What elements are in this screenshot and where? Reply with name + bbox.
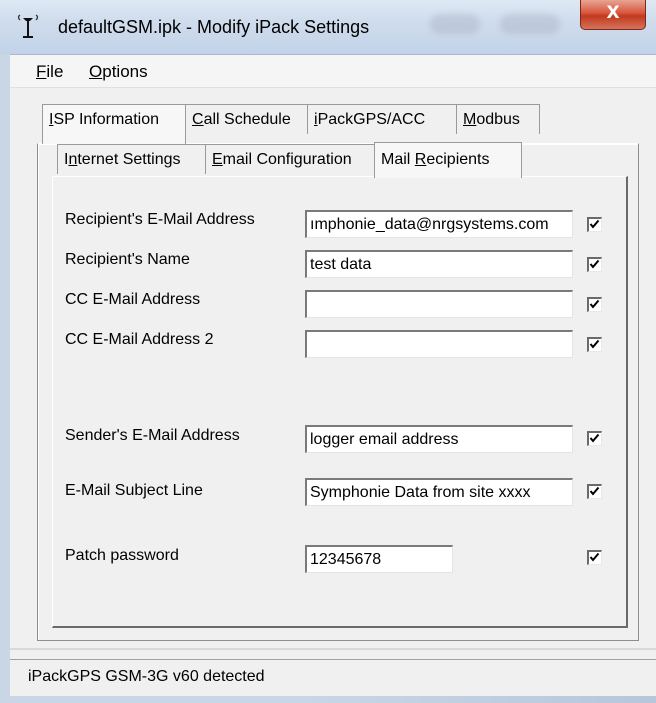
subject-field[interactable]: Symphonie Data from site xxxx: [305, 478, 573, 506]
tab-mailrec-accel: R: [414, 151, 427, 168]
menu-bar: File Options: [10, 55, 656, 88]
tab-mailrec-prefix: Mail: [381, 151, 415, 168]
checkmark-icon: [589, 339, 600, 349]
tab-modbus-rest: odbus: [476, 111, 520, 128]
close-icon: X: [606, 3, 620, 23]
recipient-name-field[interactable]: test data: [305, 250, 573, 278]
sender-email-checkbox[interactable]: [587, 431, 602, 446]
sender-email-field[interactable]: logger email address: [305, 425, 573, 453]
close-button[interactable]: X: [580, 0, 646, 30]
tab-email-configuration[interactable]: Email Configuration: [205, 144, 375, 174]
subject-label: E-Mail Subject Line: [65, 482, 203, 499]
cc-email-checkbox[interactable]: [587, 297, 602, 312]
title-blur-1: [430, 14, 480, 34]
window-frame-left: [0, 54, 10, 703]
recipient-email-checkbox[interactable]: [587, 217, 602, 232]
tab-call-accel: C: [192, 111, 204, 128]
patch-password-label: Patch password: [65, 547, 179, 564]
window-title: defaultGSM.ipk - Modify iPack Settings: [58, 17, 370, 37]
cc-email-field[interactable]: [305, 290, 573, 318]
menu-options-accel: O: [89, 62, 103, 81]
checkmark-icon: [589, 552, 600, 562]
antenna-icon: [17, 14, 39, 38]
recipient-name-label: Recipient's Name: [65, 251, 190, 268]
patch-password-checkbox[interactable]: [587, 550, 602, 565]
patch-password-field[interactable]: 12345678: [305, 545, 453, 573]
tab-internet-rest: ternet Settings: [77, 151, 181, 168]
tab-emailcfg-accel: E: [212, 151, 223, 168]
menu-options-rest: ptions: [102, 62, 148, 81]
recipient-name-checkbox[interactable]: [587, 257, 602, 272]
app-window: defaultGSM.ipk - Modify iPack Settings X…: [0, 0, 656, 703]
cc-email2-checkbox[interactable]: [587, 337, 602, 352]
checkmark-icon: [589, 219, 600, 229]
checkmark-icon: [589, 299, 600, 309]
menu-file[interactable]: File: [36, 62, 63, 82]
menu-file-rest: ile: [46, 62, 64, 81]
recipient-email-label: Recipient's E-Mail Address: [65, 211, 255, 228]
tab-mail-recipients[interactable]: Mail Recipients: [374, 142, 522, 178]
status-text: iPackGPS GSM-3G v60 detected: [28, 668, 265, 685]
menu-options[interactable]: Options: [89, 62, 148, 82]
tab-isp-rest: SP Information: [53, 111, 159, 128]
tab-modbus[interactable]: Modbus: [456, 104, 540, 134]
sender-email-label: Sender's E-Mail Address: [65, 427, 240, 444]
tab-ipackgps-acc[interactable]: iPackGPS/ACC: [307, 104, 457, 134]
separator: [10, 648, 656, 650]
title-bar[interactable]: defaultGSM.ipk - Modify iPack Settings X: [0, 0, 656, 55]
tab-call-rest: all Schedule: [203, 111, 291, 128]
tab-isp-information[interactable]: ISP Information: [42, 104, 186, 144]
tab-mailrec-rest: ecipients: [426, 151, 490, 168]
checkmark-icon: [589, 259, 600, 269]
cc-email2-label: CC E-Mail Address 2: [65, 331, 214, 348]
checkmark-icon: [589, 486, 600, 496]
tab-call-schedule[interactable]: Call Schedule: [185, 104, 308, 134]
cc-email2-field[interactable]: [305, 330, 573, 358]
menu-file-accel: F: [36, 62, 47, 81]
title-blur-2: [500, 14, 560, 34]
frame-bottom-shade: [300, 696, 656, 703]
tab-emailcfg-rest: mail Configuration: [222, 151, 352, 168]
tab-ipack-rest: PackGPS/ACC: [317, 111, 426, 128]
status-bar: iPackGPS GSM-3G v60 detected: [10, 659, 656, 696]
checkmark-icon: [589, 433, 600, 443]
tab-internet-settings[interactable]: Internet Settings: [57, 144, 206, 174]
recipient-email-field[interactable]: ımphonie_data@nrgsystems.com: [305, 210, 573, 238]
subject-checkbox[interactable]: [587, 484, 602, 499]
cc-email-label: CC E-Mail Address: [65, 291, 201, 308]
tab-modbus-accel: M: [463, 111, 477, 128]
